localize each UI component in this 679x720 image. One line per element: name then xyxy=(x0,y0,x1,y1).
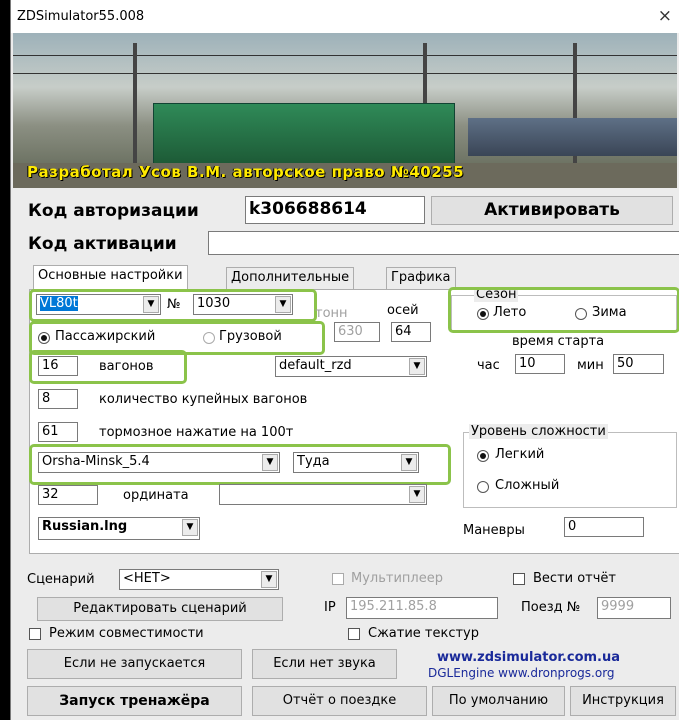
compartment-label: количество купейных вагонов xyxy=(99,392,308,407)
compatibility-label: Режим совместимости xyxy=(49,626,204,641)
minute-field[interactable]: 50 xyxy=(613,354,664,374)
compartment-field[interactable]: 8 xyxy=(38,389,78,409)
start-time-label: время старта xyxy=(512,334,605,349)
tons-field[interactable]: 630 xyxy=(334,322,380,342)
texture-compression-label: Сжатие текстур xyxy=(368,626,479,641)
difficulty-title: Уровень сложности xyxy=(469,424,608,439)
locomotive-image xyxy=(153,103,455,165)
chevron-down-icon: ▼ xyxy=(182,519,198,536)
train-number-label: Поезд № xyxy=(521,600,581,615)
language-select[interactable]: Russian.lng ▼ xyxy=(38,517,200,540)
auth-code-field[interactable]: k306688614 xyxy=(245,196,425,224)
easy-radio[interactable] xyxy=(477,450,489,462)
tab-additional[interactable]: Дополнительные xyxy=(226,267,355,289)
activation-code-label: Код активации xyxy=(28,234,177,254)
highlight-frame xyxy=(29,350,187,384)
defaults-button[interactable]: По умолчанию xyxy=(432,686,565,716)
chevron-down-icon: ▼ xyxy=(409,358,425,375)
maneuvers-label: Маневры xyxy=(463,523,525,538)
manual-button[interactable]: Инструкция xyxy=(570,686,676,716)
auth-code-label: Код авторизации xyxy=(28,201,199,221)
window-title: ZDSimulator55.008 xyxy=(17,9,145,24)
brake-field[interactable]: 61 xyxy=(38,422,78,442)
scenario-value: <НЕТ> xyxy=(123,571,171,586)
tons-label: тонн xyxy=(315,306,348,321)
activate-button[interactable]: Активировать xyxy=(431,196,673,225)
easy-label: Легкий xyxy=(495,447,545,462)
chevron-down-icon: ▼ xyxy=(409,486,425,503)
report-label: Вести отчёт xyxy=(533,571,616,586)
compatibility-checkbox[interactable] xyxy=(29,628,41,640)
no-sound-help-button[interactable]: Если нет звука xyxy=(252,649,397,679)
copyright-credit: Разработал Усов В.М. авторское право №40… xyxy=(27,163,465,181)
hour-field[interactable]: 10 xyxy=(515,354,565,374)
hard-radio[interactable] xyxy=(477,481,489,493)
brake-label: тормозное нажатие на 100т xyxy=(99,425,294,440)
engine-link[interactable]: DGLEngine www.dronprogs.org xyxy=(428,666,615,680)
edit-scenario-button[interactable]: Редактировать сценарий xyxy=(37,597,283,621)
launch-button[interactable]: Запуск тренажёра xyxy=(27,686,242,716)
difficulty-group xyxy=(463,432,677,508)
ordinate-label: ордината xyxy=(123,488,189,503)
language-value: Russian.lng xyxy=(42,519,128,534)
no-start-help-button[interactable]: Если не запускается xyxy=(27,649,242,679)
minute-label: мин xyxy=(577,358,604,373)
axles-field[interactable]: 64 xyxy=(391,322,431,342)
multiplayer-checkbox[interactable] xyxy=(332,573,344,585)
banner-image: Разработал Усов В.М. авторское право №40… xyxy=(13,33,677,188)
trip-report-button[interactable]: Отчёт о поездке xyxy=(252,686,427,716)
title-bar: ZDSimulator55.008 × xyxy=(11,0,679,33)
scenario-select[interactable]: <НЕТ> ▼ xyxy=(119,569,279,590)
highlight-frame xyxy=(29,289,317,322)
axles-label: осей xyxy=(387,303,419,318)
highlight-frame xyxy=(29,444,451,485)
chevron-down-icon: ▼ xyxy=(261,571,277,588)
maneuvers-field[interactable]: 0 xyxy=(564,517,644,537)
ip-field[interactable]: 195.211.85.8 xyxy=(346,597,498,619)
profile-select[interactable]: default_rzd ▼ xyxy=(275,356,427,377)
hour-label: час xyxy=(477,358,500,373)
profile-value: default_rzd xyxy=(279,358,352,373)
scenario-label: Сценарий xyxy=(27,572,95,587)
hard-label: Сложный xyxy=(495,478,560,493)
tab-main-settings[interactable]: Основные настройки xyxy=(33,265,188,289)
app-window: ZDSimulator55.008 × Разработал Усов В.М.… xyxy=(10,0,679,720)
tab-graphics[interactable]: Графика xyxy=(386,267,456,289)
close-icon[interactable]: × xyxy=(658,6,672,26)
texture-compression-checkbox[interactable] xyxy=(348,628,360,640)
highlight-frame xyxy=(448,287,679,333)
ordinate-select[interactable]: ▼ xyxy=(219,484,427,505)
train-number-field[interactable]: 9999 xyxy=(597,597,671,619)
website-link[interactable]: www.zdsimulator.com.ua xyxy=(437,650,620,665)
ordinate-field[interactable]: 32 xyxy=(38,485,98,505)
activation-code-field[interactable] xyxy=(208,231,679,255)
multiplayer-label: Мультиплеер xyxy=(351,571,443,586)
report-checkbox[interactable] xyxy=(513,573,525,585)
ip-label: IP xyxy=(324,600,336,615)
